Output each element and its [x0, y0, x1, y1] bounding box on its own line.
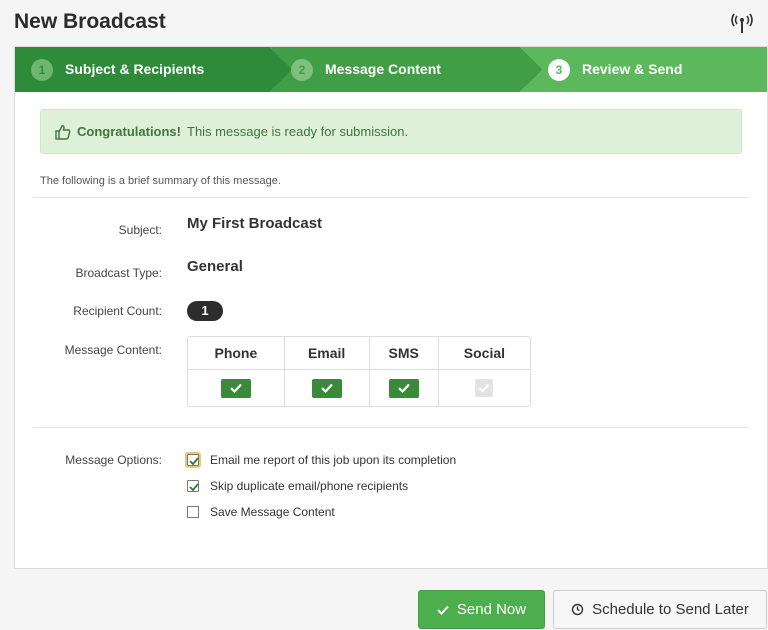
- option-save-content[interactable]: Save Message Content: [187, 505, 335, 519]
- broadcast-icon: [731, 13, 753, 33]
- col-sms: SMS: [369, 337, 439, 370]
- recipient-count-label: Recipient Count:: [73, 304, 162, 318]
- summary-text: The following is a brief summary of this…: [40, 175, 281, 187]
- sms-enabled-check-icon: [388, 378, 419, 398]
- message-options-label: Message Options:: [65, 453, 162, 467]
- schedule-send-later-button[interactable]: Schedule to Send Later: [553, 590, 767, 629]
- divider: [33, 427, 749, 428]
- save-content-checkbox[interactable]: [187, 506, 199, 518]
- option-label: Save Message Content: [210, 505, 335, 519]
- email-report-checkbox[interactable]: [185, 452, 201, 468]
- alert-text: This message is ready for submission.: [187, 124, 409, 139]
- email-cell: [285, 370, 370, 406]
- option-label: Skip duplicate email/phone recipients: [210, 479, 409, 493]
- step-subject-recipients[interactable]: 1 Subject & Recipients: [31, 47, 204, 92]
- step-label: Review & Send: [582, 61, 683, 77]
- step-number: 1: [31, 58, 53, 81]
- step-label: Message Content: [325, 61, 441, 77]
- message-content-label: Message Content:: [64, 343, 162, 357]
- option-email-report[interactable]: Email me report of this job upon its com…: [185, 452, 457, 468]
- step-number: 3: [548, 58, 570, 81]
- email-enabled-check-icon: [311, 378, 342, 398]
- check-icon: [437, 605, 449, 615]
- message-content-table: Phone Email SMS Social: [187, 336, 531, 407]
- schedule-label: Schedule to Send Later: [592, 601, 749, 618]
- col-phone: Phone: [188, 337, 285, 370]
- phone-enabled-check-icon: [220, 378, 251, 398]
- skip-duplicates-checkbox[interactable]: [187, 480, 199, 492]
- send-now-label: Send Now: [456, 601, 527, 618]
- divider: [33, 197, 749, 198]
- subject-value: My First Broadcast: [187, 215, 323, 232]
- step-number: 2: [291, 58, 313, 81]
- broadcast-type-label: Broadcast Type:: [75, 266, 163, 280]
- step-label: Subject & Recipients: [65, 61, 205, 77]
- success-alert: Congratulations! This message is ready f…: [40, 109, 742, 154]
- social-cell: [439, 370, 530, 406]
- phone-cell: [188, 370, 285, 406]
- option-skip-duplicates[interactable]: Skip duplicate email/phone recipients: [187, 479, 408, 493]
- subject-label: Subject:: [118, 223, 162, 237]
- recipient-count-badge: 1: [187, 301, 223, 321]
- thumbs-up-icon: [55, 124, 71, 140]
- step-message-content[interactable]: 2 Message Content: [291, 47, 441, 92]
- broadcast-type-value: General: [187, 258, 243, 275]
- option-label: Email me report of this job upon its com…: [210, 453, 457, 467]
- send-now-button[interactable]: Send Now: [418, 590, 545, 629]
- step-review-send[interactable]: 3 Review & Send: [548, 47, 682, 92]
- col-social: Social: [438, 337, 530, 370]
- social-disabled-check-icon: [475, 379, 494, 397]
- broadcast-card: 1 Subject & Recipients 2 Message Content…: [14, 46, 768, 569]
- alert-strong: Congratulations!: [77, 124, 181, 139]
- col-email: Email: [284, 337, 370, 370]
- wizard-steps: 1 Subject & Recipients 2 Message Content…: [15, 47, 767, 92]
- page-title: New Broadcast: [14, 10, 166, 33]
- sms-cell: [370, 370, 439, 406]
- clock-icon: [571, 603, 584, 616]
